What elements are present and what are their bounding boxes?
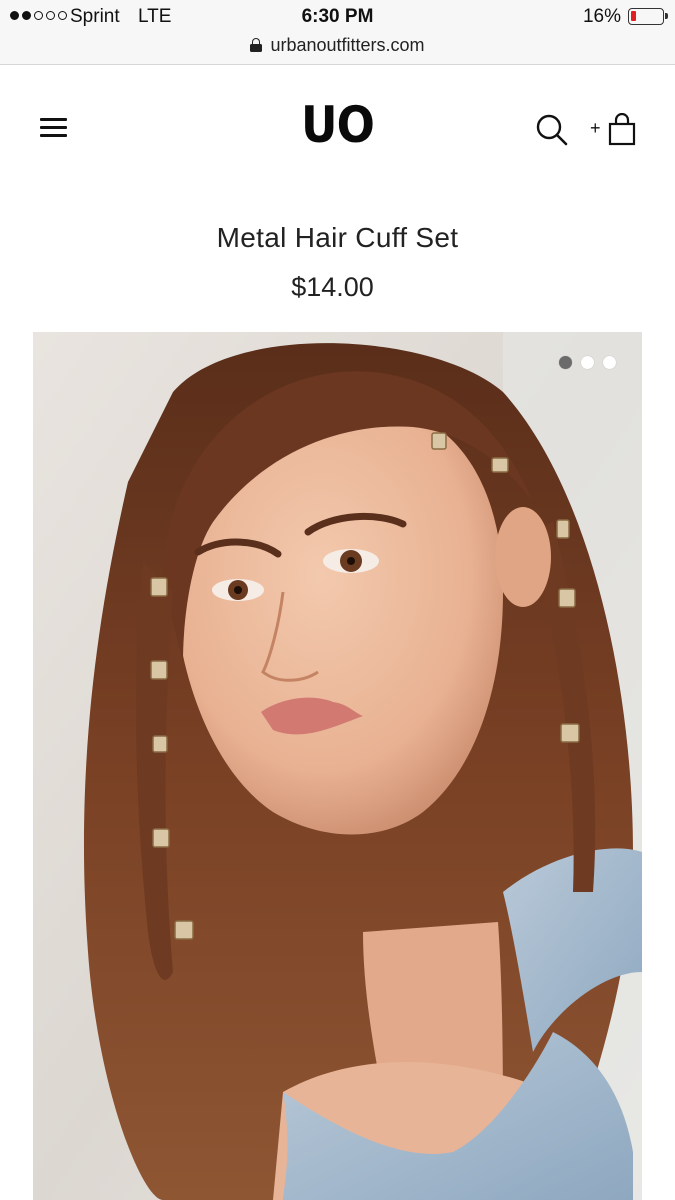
- browser-chrome: Sprint LTE 6:30 PM 16% urbanoutfitters.c…: [0, 0, 675, 65]
- shopping-bag-icon[interactable]: [608, 112, 636, 147]
- search-icon[interactable]: [535, 113, 569, 147]
- carousel-dot[interactable]: [559, 356, 572, 369]
- product-title: Metal Hair Cuff Set: [216, 222, 459, 253]
- product-photo-illustration: [33, 332, 642, 1200]
- address-bar[interactable]: urbanoutfitters.com: [0, 32, 675, 58]
- product-image[interactable]: [33, 332, 642, 1200]
- status-bar: Sprint LTE 6:30 PM 16%: [0, 0, 675, 34]
- url-text[interactable]: urbanoutfitters.com: [270, 35, 424, 56]
- carousel-dots: [559, 356, 616, 369]
- product-price: $14.00: [291, 272, 374, 302]
- site-header: UO +: [0, 65, 675, 195]
- battery-icon: [628, 8, 668, 25]
- battery-percent: 16%: [582, 6, 621, 27]
- cart-plus-label: +: [590, 118, 601, 138]
- carousel-dot[interactable]: [603, 356, 616, 369]
- carousel-dot[interactable]: [581, 356, 594, 369]
- lock-icon: [250, 38, 263, 52]
- status-time: 6:30 PM: [301, 6, 374, 27]
